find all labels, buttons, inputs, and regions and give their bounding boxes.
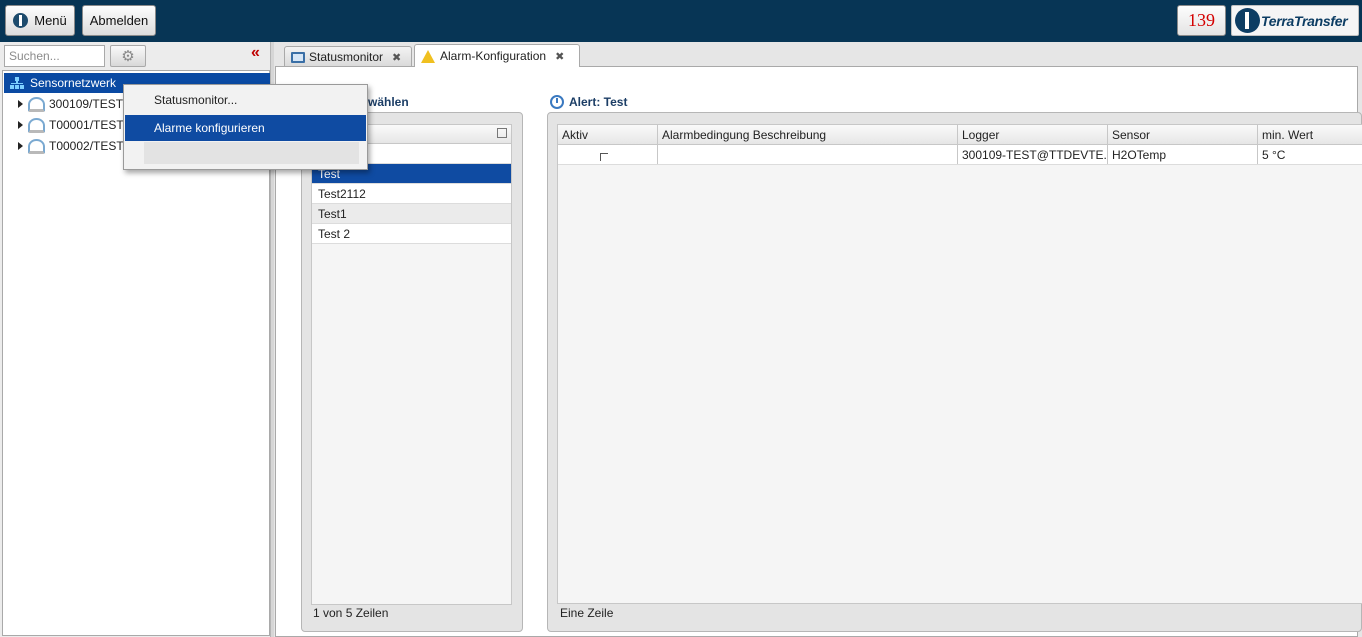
context-menu-disabled-item [144,142,359,164]
menu-button[interactable]: Menü [5,5,75,36]
search-input[interactable] [4,45,105,67]
alert-list-count: 1 von 5 Zeilen [313,606,389,620]
list-item[interactable]: Test1 [312,204,511,224]
alarm-clock-icon [550,95,564,109]
context-menu-alarme-konfigurieren[interactable]: Alarme konfigurieren [125,115,366,141]
sensor-icon [28,96,45,112]
terratransfer-logo: TerraTransfer [1231,5,1359,36]
alert-list-table: erie Test Test2112 Test1 Test 2 [311,124,512,605]
column-config-icon[interactable] [497,128,507,138]
logo-text: TerraTransfer [1261,12,1348,29]
top-bar: Menü Abmelden 139 TerraTransfer [0,0,1362,42]
context-menu: Statusmonitor... Alarme konfigurieren [123,84,368,170]
table-header: Aktiv Alarmbedingung Beschreibung Logger… [558,125,1362,145]
warning-icon [421,49,435,63]
alert-detail-title: Alert: Test [569,95,628,109]
gear-icon: ⚙ [121,48,135,65]
logout-button[interactable]: Abmelden [82,5,156,36]
close-tab-icon[interactable]: ✖ [555,50,564,63]
expand-arrow-icon[interactable] [18,100,23,108]
close-tab-icon[interactable]: ✖ [392,51,401,64]
table-row[interactable]: 300109-TEST@TTDEVTE... H2OTemp 5 °C [558,145,1362,165]
tree-root-label: Sensornetzwerk [30,76,117,90]
column-header-aktiv[interactable]: Aktiv [558,125,658,144]
tab-bar: Statusmonitor ✖ Alarm-Konfiguration ✖ [274,42,1362,67]
search-settings-button[interactable]: ⚙ [110,45,146,67]
alert-detail-title-wrap: Alert: Test [550,95,627,109]
monitor-icon [291,51,305,63]
tree-item[interactable]: T00002/TEST@ [4,136,136,156]
tab-label: Alarm-Konfiguration [440,49,547,63]
menu-button-label: Menü [34,13,67,28]
list-item[interactable]: Test 2 [312,224,511,244]
logo-icon [1235,8,1260,33]
logger-cell: 300109-TEST@TTDEVTE... [958,145,1108,164]
tree-item[interactable]: T00001/TEST@ [4,115,136,135]
min-wert-cell: 5 °C [1262,147,1286,162]
column-header-logger[interactable]: Logger [958,125,1108,144]
alert-conditions-count: Eine Zeile [560,606,614,620]
sensor-cell: H2OTemp [1108,145,1258,164]
expand-arrow-icon[interactable] [18,142,23,150]
sensor-icon [28,138,45,154]
tree-item[interactable]: 300109/TEST@ [4,94,135,114]
beschreibung-cell [658,145,958,164]
network-icon [10,77,24,89]
column-header-beschreibung[interactable]: Alarmbedingung Beschreibung [658,125,958,144]
aktiv-cell [558,145,658,164]
list-item[interactable]: Test2112 [312,184,511,204]
sensor-icon [28,117,45,133]
context-menu-statusmonitor[interactable]: Statusmonitor... [125,87,366,113]
tab-label: Statusmonitor [309,50,384,64]
collapse-sidebar-icon[interactable]: « [251,45,260,61]
expand-arrow-icon[interactable] [18,121,23,129]
alert-count-badge[interactable]: 139 [1177,5,1226,36]
alert-select-title: wählen [368,95,409,109]
tab-statusmonitor[interactable]: Statusmonitor ✖ [284,46,412,67]
column-header-sensor[interactable]: Sensor [1108,125,1258,144]
aktiv-checkbox[interactable] [600,152,608,161]
tab-alarm-konfiguration[interactable]: Alarm-Konfiguration ✖ [414,44,580,67]
column-header-min-wert[interactable]: min. Wert [1258,125,1362,144]
app-menu-icon [13,13,29,28]
alert-conditions-table: Aktiv Alarmbedingung Beschreibung Logger… [557,124,1362,604]
